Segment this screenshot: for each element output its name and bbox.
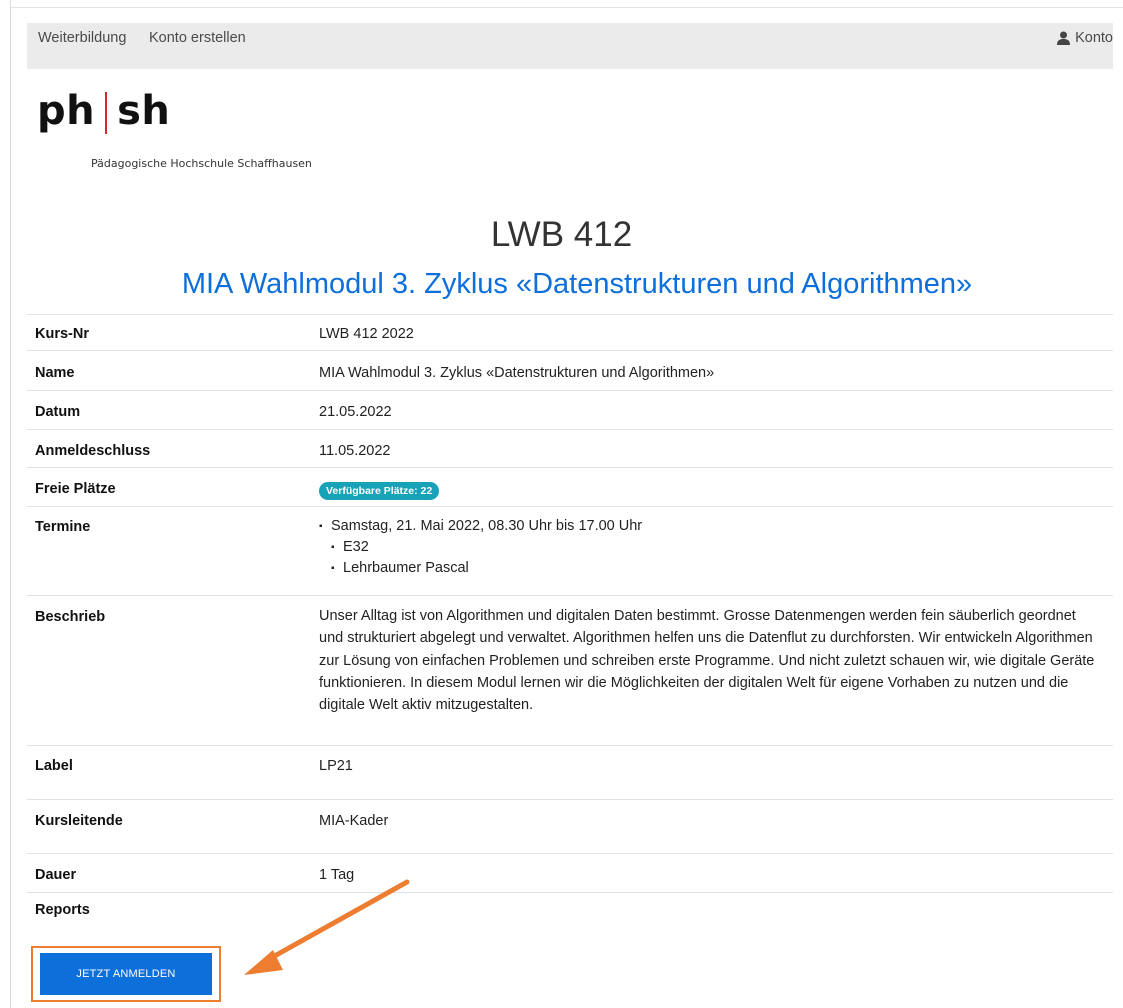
available-places-badge: Verfügbare Plätze: 22 [319,482,440,500]
list-item: E32 [331,537,1103,558]
termine-label: Termine [35,519,91,535]
anmeldeschluss-label: Anmeldeschluss [35,443,151,459]
phsh-logo[interactable]: ph sh [37,86,170,136]
top-navbar: Weiterbildung Konto erstellen Konto [27,23,1113,69]
freie-plaetze-label: Freie Plätze [35,481,116,497]
datum-value: 21.05.2022 [319,404,392,420]
dauer-value: 1 Tag [319,867,355,883]
termin-room: E32 [343,539,369,555]
dauer-label: Dauer [35,867,77,883]
table-row: Kursleitende MIA-Kader [27,799,1113,854]
kursleitende-value: MIA-Kader [319,813,389,829]
list-item: Samstag, 21. Mai 2022, 08.30 Uhr bis 17.… [319,516,1103,579]
list-item: Lehrbaumer Pascal [331,558,1103,579]
nav-link-weiterbildung[interactable]: Weiterbildung [38,30,126,46]
account-label: Konto [1075,30,1113,46]
table-row: Datum 21.05.2022 [27,390,1113,430]
logo-subtitle: Pädagogische Hochschule Schaffhausen [91,157,312,170]
table-row: Beschrieb Unser Alltag ist von Algorithm… [27,595,1113,746]
account-menu[interactable]: Konto [1057,30,1113,46]
table-row: Dauer 1 Tag [27,853,1113,893]
page-frame-left-edge [10,0,11,1008]
label-label: Label [35,758,73,774]
termin-instructor: Lehrbaumer Pascal [343,560,469,576]
kursnr-label: Kurs-Nr [35,326,89,342]
course-name-heading: MIA Wahlmodul 3. Zyklus «Datenstrukturen… [181,268,973,300]
table-row: Termine Samstag, 21. Mai 2022, 08.30 Uhr… [27,506,1113,596]
logo-divider-bar [105,92,108,134]
name-label: Name [35,365,75,381]
beschrieb-value: Unser Alltag ist von Algorithmen und dig… [319,608,1095,714]
termine-list: Samstag, 21. Mai 2022, 08.30 Uhr bis 17.… [319,516,1103,579]
table-row: Reports [27,892,1113,923]
table-row: Anmeldeschluss 11.05.2022 [27,429,1113,468]
termin-date: Samstag, 21. Mai 2022, 08.30 Uhr bis 17.… [331,518,643,534]
course-details-table: Kurs-Nr LWB 412 2022 Name MIA Wahlmodul … [27,314,1113,923]
course-code-heading: LWB 412 [490,215,633,254]
kursleitende-label: Kursleitende [35,813,123,829]
table-row: Kurs-Nr LWB 412 2022 [27,314,1113,351]
user-icon [1057,31,1071,45]
register-button-highlight: JETZT ANMELDEN [31,946,221,1002]
logo-text-right: sh [117,88,171,134]
name-value: MIA Wahlmodul 3. Zyklus «Datenstrukturen… [319,365,715,381]
register-button[interactable]: JETZT ANMELDEN [40,953,212,995]
datum-label: Datum [35,404,81,420]
label-value: LP21 [319,758,353,774]
kursnr-value: LWB 412 2022 [319,326,414,342]
table-row: Freie Plätze Verfügbare Plätze: 22 [27,467,1113,507]
beschrieb-label: Beschrieb [35,609,106,625]
logo-text-left: ph [37,88,96,134]
table-row: Label LP21 [27,745,1113,800]
table-row: Name MIA Wahlmodul 3. Zyklus «Datenstruk… [27,350,1113,391]
anmeldeschluss-value: 11.05.2022 [319,443,391,459]
page-frame-top-edge [10,7,1123,8]
reports-label: Reports [35,902,90,918]
nav-link-konto-erstellen[interactable]: Konto erstellen [149,30,246,46]
